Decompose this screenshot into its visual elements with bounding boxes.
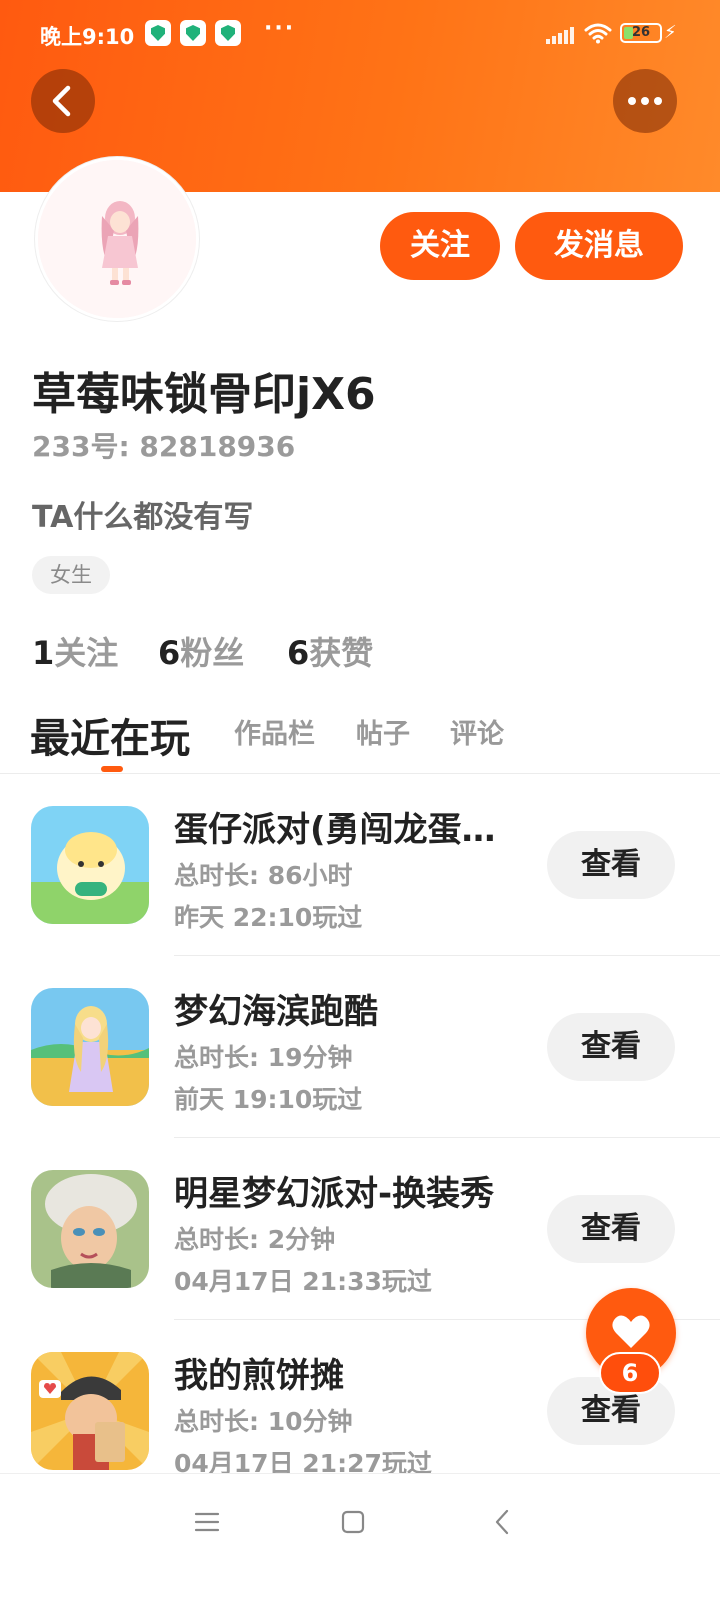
send-message-button[interactable]: 发消息 [515,212,683,280]
shield-icon [215,20,241,46]
view-button[interactable]: 查看 [547,831,675,899]
wifi-icon [584,23,612,44]
shield-icon [145,20,171,46]
menu-icon[interactable] [194,1510,220,1534]
system-nav-bar [0,1473,720,1600]
game-title: 蛋仔派对(勇闯龙蛋… [174,810,496,850]
active-tab-indicator [101,766,123,772]
game-last-played: 昨天 22:10玩过 [174,903,363,932]
charging-icon: ⚡ [664,22,677,43]
game-icon [31,1352,149,1470]
like-count-badge: 6 [599,1352,661,1394]
game-title: 梦幻海滨跑酷 [174,992,378,1032]
game-duration: 总时长: 86小时 [174,861,353,890]
signal-icon [546,26,574,44]
tab-posts[interactable]: 帖子 [356,712,410,751]
more-horizontal-icon [628,97,662,105]
gender-tag: 女生 [32,556,110,594]
battery-percent: 26 [631,25,651,40]
game-duration: 总时长: 19分钟 [174,1043,353,1072]
bio: TA什么都没有写 [32,500,254,535]
avatar[interactable] [35,157,199,321]
shield-icon [180,20,206,46]
square-icon[interactable] [341,1510,365,1534]
status-bar: 晚上9:10 ··· 26 ⚡ [0,0,720,70]
stat-label: 关注 [54,634,119,672]
game-icon [31,1170,149,1288]
status-time: 晚上9:10 [40,25,135,49]
stat-likes[interactable]: 6获赞 [287,628,373,674]
username: 草莓味锁骨印jX6 [32,369,376,420]
stat-label: 获赞 [309,634,374,672]
game-icon [31,988,149,1106]
game-last-played: 04月17日 21:33玩过 [174,1267,432,1296]
game-title: 明星梦幻派对-换装秀 [174,1174,495,1214]
stat-number: 6 [158,634,181,672]
stat-followers[interactable]: 6粉丝 [158,628,244,674]
back-triangle-icon[interactable] [492,1508,512,1536]
follow-button[interactable]: 关注 [380,212,500,280]
tab-comments[interactable]: 评论 [450,712,504,751]
user-id: 233号: 82818936 [32,430,296,463]
game-title: 我的煎饼摊 [174,1356,344,1396]
game-icon [31,806,149,924]
list-item[interactable]: 蛋仔派对(勇闯龙蛋… 总时长: 86小时 昨天 22:10玩过 查看 [0,774,720,956]
more-options-button[interactable] [613,69,677,133]
status-more-indicator: ··· [264,16,296,41]
game-duration: 总时长: 2分钟 [174,1225,336,1254]
stat-following[interactable]: 1关注 [32,628,118,674]
tab-recently-played[interactable]: 最近在玩 [30,706,190,764]
game-last-played: 前天 19:10玩过 [174,1085,363,1114]
tab-works[interactable]: 作品栏 [234,712,315,751]
battery-icon: 26 [620,23,662,43]
avatar-character-image [38,160,196,318]
stat-label: 粉丝 [180,634,245,672]
back-button[interactable] [31,69,95,133]
view-button[interactable]: 查看 [547,1195,675,1263]
stat-number: 6 [287,634,310,672]
list-item[interactable]: 梦幻海滨跑酷 总时长: 19分钟 前天 19:10玩过 查看 [0,956,720,1138]
chevron-left-icon [52,85,71,117]
game-duration: 总时长: 10分钟 [174,1407,353,1436]
stat-number: 1 [32,634,55,672]
view-button[interactable]: 查看 [547,1013,675,1081]
